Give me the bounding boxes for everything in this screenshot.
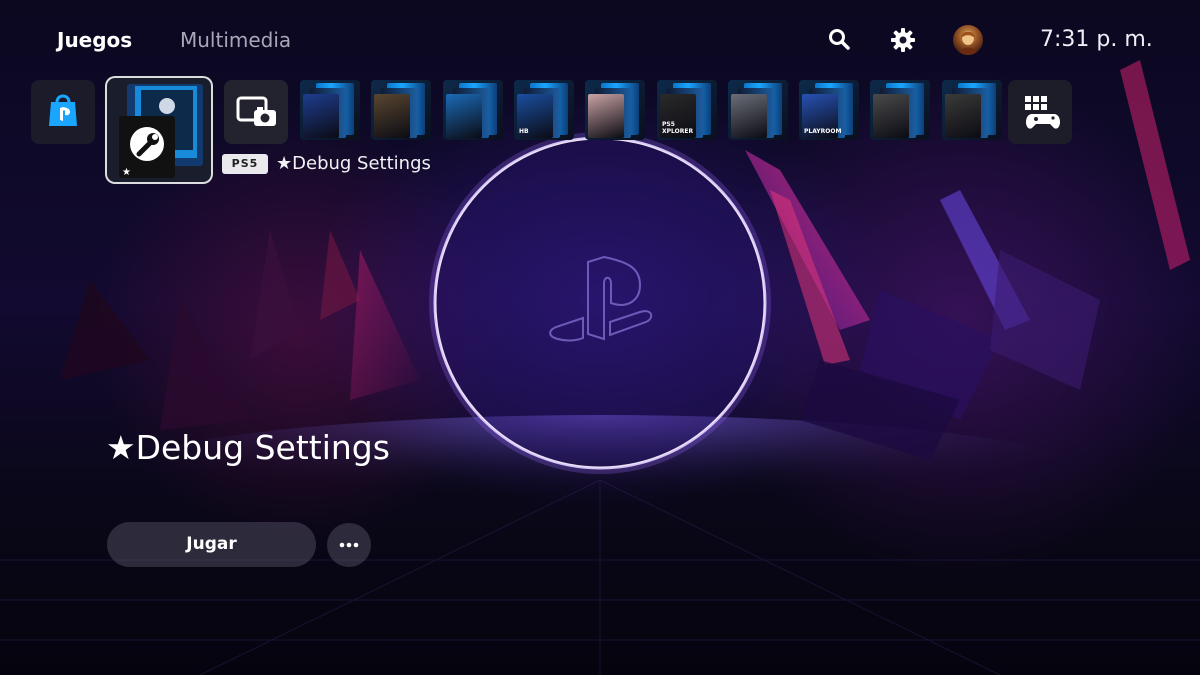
game-thumbnail: [945, 94, 981, 138]
game-tile[interactable]: HB: [514, 80, 574, 140]
game-tile[interactable]: [443, 80, 503, 140]
game-tile[interactable]: PLAYROOM: [799, 80, 859, 140]
search-icon[interactable]: [826, 26, 854, 54]
ps5-home-screen: Juegos Multimedia 7:31 p. m. ★ HB PS5 XP…: [0, 0, 1200, 675]
game-thumbnail: [303, 94, 339, 138]
svg-text:★: ★: [122, 167, 131, 178]
game-thumbnail: HB: [517, 94, 553, 138]
game-thumbnail-label: PS5 XPLORER: [662, 121, 694, 135]
game-thumbnail-label: PLAYROOM: [804, 128, 842, 135]
avatar-portrait-icon: [958, 31, 978, 55]
playstation-store-icon: [49, 94, 77, 126]
game-title: ★Debug Settings: [106, 428, 390, 467]
game-tile[interactable]: [371, 80, 431, 140]
media-gallery-camera-icon: [236, 96, 276, 126]
selected-tile-caption: ★Debug Settings: [276, 153, 431, 174]
clock: 7:31 p. m.: [1040, 27, 1153, 52]
ps5-platform-badge: PS5: [222, 154, 268, 174]
game-thumbnail: [374, 94, 410, 138]
game-library-icon: [1025, 96, 1060, 129]
game-thumbnail: [446, 94, 482, 138]
user-avatar[interactable]: [953, 25, 983, 55]
game-tile[interactable]: [585, 80, 645, 140]
game-tile[interactable]: PS5 XPLORER: [657, 80, 717, 140]
settings-gear-icon[interactable]: [889, 26, 917, 54]
play-button[interactable]: Jugar: [107, 522, 316, 567]
game-tile[interactable]: [728, 80, 788, 140]
tab-juegos[interactable]: Juegos: [57, 27, 132, 53]
debug-settings-tile-art: ★: [119, 84, 203, 178]
selected-app-tile[interactable]: ★: [105, 76, 213, 184]
playstation-store-tile[interactable]: [31, 80, 95, 144]
media-gallery-tile[interactable]: [224, 80, 288, 144]
game-tile[interactable]: [300, 80, 360, 140]
game-thumbnail-label: HB: [519, 128, 529, 135]
game-thumbnail: [731, 94, 767, 138]
game-tile[interactable]: [870, 80, 930, 140]
more-options-button[interactable]: [327, 523, 371, 567]
game-thumbnail: [588, 94, 624, 138]
more-options-icon: [339, 542, 359, 548]
game-thumbnail: [873, 94, 909, 138]
tab-multimedia[interactable]: Multimedia: [180, 27, 291, 53]
game-thumbnail: PLAYROOM: [802, 94, 842, 138]
game-library-tile[interactable]: [1008, 80, 1072, 144]
game-tile[interactable]: [942, 80, 1002, 140]
game-thumbnail: PS5 XPLORER: [660, 94, 696, 138]
